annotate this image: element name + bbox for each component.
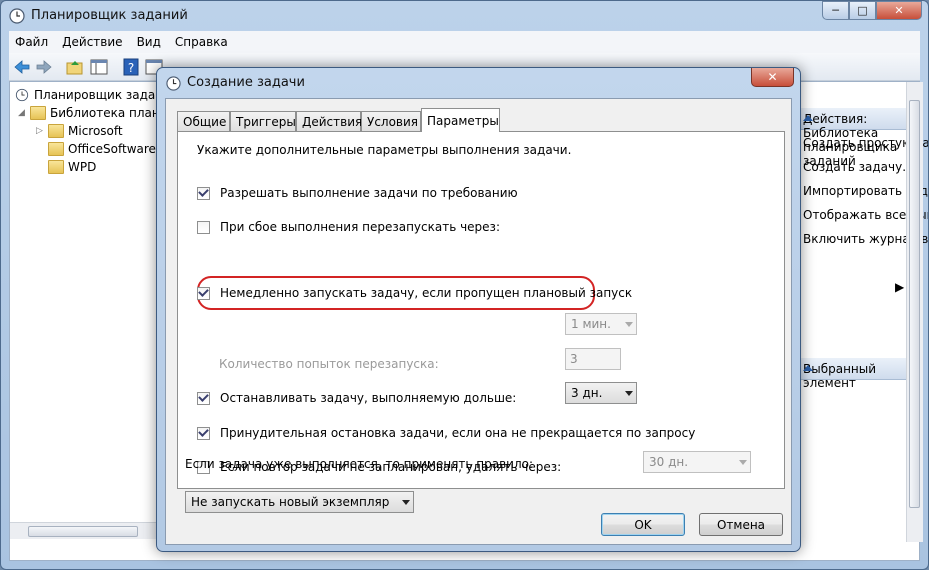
menu-action[interactable]: Действие — [62, 35, 122, 49]
submenu-arrow-icon[interactable]: ▶ — [895, 280, 904, 294]
dropdown-arrow-icon — [739, 460, 747, 465]
collapse-triangle-icon[interactable] — [803, 115, 813, 121]
tab-settings[interactable]: Параметры — [421, 108, 500, 132]
delete-after-duration-select[interactable]: 30 дн. — [643, 451, 751, 473]
minimize-button[interactable]: ─ — [822, 1, 849, 20]
forward-arrow-icon[interactable] — [34, 57, 54, 77]
tab-conditions[interactable]: Условия — [361, 111, 421, 131]
console-tree: Планировщик заданий ◢ Библиотека планиро… — [10, 82, 280, 522]
dialog-body: Общие Триггеры Действия Условия Параметр… — [165, 98, 792, 545]
tree-horizontal-scrollbar[interactable] — [10, 522, 160, 539]
restart-interval-value: 1 мин. — [571, 317, 611, 331]
tree-item-wpd-label: WPD — [68, 160, 97, 174]
collapsed-arrow-icon[interactable]: ▷ — [36, 126, 46, 136]
tree-item-wpd[interactable]: WPD — [48, 158, 96, 176]
restart-on-fail-label: При сбое выполнения перезапускать через: — [220, 220, 500, 234]
stop-long-label: Останавливать задачу, выполняемую дольше… — [220, 391, 517, 405]
scrollbar-thumb[interactable] — [28, 526, 138, 537]
dialog-close-button[interactable]: ✕ — [751, 68, 794, 87]
maximize-button[interactable]: □ — [849, 1, 876, 20]
stop-long-option[interactable]: Останавливать задачу, выполняемую дольше… — [197, 391, 516, 405]
actions-pane: Действия: Библиотека планировщика задани… — [793, 82, 928, 542]
tab-general[interactable]: Общие — [177, 111, 230, 131]
rule-label: Если задача уже выполняется, то применят… — [185, 457, 534, 471]
rule-select-value: Не запускать новый экземпляр — [191, 495, 390, 509]
create-task-dialog: Создание задачи ✕ Общие Триггеры Действи… — [156, 67, 801, 552]
run-missed-checkbox[interactable] — [197, 286, 210, 300]
clock-icon — [166, 76, 181, 91]
run-missed-option[interactable]: Немедленно запускать задачу, если пропущ… — [197, 286, 632, 300]
restart-interval-select[interactable]: 1 мин. — [565, 313, 637, 335]
main-window-title: Планировщик заданий — [31, 8, 188, 23]
run-missed-label: Немедленно запускать задачу, если пропущ… — [220, 286, 633, 300]
dropdown-arrow-icon — [625, 391, 633, 396]
restart-on-fail-option[interactable]: При сбое выполнения перезапускать через: — [197, 220, 500, 234]
force-stop-label: Принудительная остановка задачи, если он… — [220, 426, 696, 440]
cancel-button[interactable]: Отмена — [699, 513, 783, 536]
folder-icon — [48, 124, 64, 138]
selected-item-header[interactable]: Выбранный элемент — [793, 358, 906, 390]
restart-attempts-input[interactable]: 3 — [565, 348, 621, 370]
restart-attempts-label: Количество попыток перезапуска: — [219, 357, 439, 371]
restart-on-fail-checkbox[interactable] — [197, 220, 210, 234]
selected-item-header-label: Выбранный элемент — [803, 362, 877, 390]
stop-long-duration-select[interactable]: 3 дн. — [565, 382, 637, 404]
dropdown-arrow-icon — [402, 500, 410, 505]
scrollbar-thumb[interactable] — [909, 100, 920, 508]
folder-icon — [30, 106, 46, 120]
force-stop-option[interactable]: Принудительная остановка задачи, если он… — [197, 426, 695, 440]
stop-long-duration-value: 3 дн. — [571, 386, 603, 400]
force-stop-checkbox[interactable] — [197, 426, 210, 440]
settings-tab-panel: Укажите дополнительные параметры выполне… — [177, 131, 785, 489]
tree-item-microsoft[interactable]: ▷ Microsoft — [36, 122, 123, 140]
dropdown-arrow-icon — [625, 322, 633, 327]
tab-actions[interactable]: Действия — [296, 111, 362, 131]
up-folder-icon[interactable] — [65, 57, 85, 77]
menu-file[interactable]: Файл — [15, 35, 48, 49]
close-button[interactable]: ✕ — [876, 1, 922, 20]
back-arrow-icon[interactable] — [12, 57, 32, 77]
menu-view[interactable]: Вид — [137, 35, 161, 49]
tree-item-root[interactable]: Планировщик заданий — [14, 86, 179, 104]
dialog-title: Создание задачи — [187, 75, 305, 90]
stop-long-checkbox[interactable] — [197, 391, 210, 405]
menu-help[interactable]: Справка — [175, 35, 228, 49]
action-create-task[interactable]: Создать задачу... — [803, 160, 914, 174]
ok-button[interactable]: OK — [601, 513, 685, 536]
folder-icon — [48, 160, 64, 174]
allow-on-demand-label: Разрешать выполнение задачи по требовани… — [220, 186, 518, 200]
actions-vertical-scrollbar[interactable] — [906, 82, 923, 542]
allow-on-demand-option[interactable]: Разрешать выполнение задачи по требовани… — [197, 186, 518, 200]
actions-header[interactable]: Действия: Библиотека планировщика задани… — [793, 108, 906, 168]
folder-icon — [48, 142, 64, 156]
delete-after-duration-value: 30 дн. — [649, 455, 689, 469]
help-icon[interactable]: ? — [121, 57, 141, 77]
tree-item-microsoft-label: Microsoft — [68, 124, 123, 138]
clock-icon — [9, 8, 25, 24]
show-hide-console-tree-icon[interactable] — [89, 57, 109, 77]
collapse-triangle-icon[interactable] — [803, 365, 813, 371]
svg-text:?: ? — [128, 61, 134, 75]
clock-icon — [15, 88, 29, 102]
main-title-bar[interactable]: Планировщик заданий ─ □ ✕ — [1, 1, 928, 31]
menu-bar: Файл Действие Вид Справка — [9, 31, 920, 53]
expanded-arrow-icon[interactable]: ◢ — [18, 108, 28, 118]
rule-select[interactable]: Не запускать новый экземпляр — [185, 491, 414, 513]
tab-triggers[interactable]: Триггеры — [230, 111, 296, 131]
settings-description: Укажите дополнительные параметры выполне… — [197, 143, 572, 157]
allow-on-demand-checkbox[interactable] — [197, 186, 210, 200]
